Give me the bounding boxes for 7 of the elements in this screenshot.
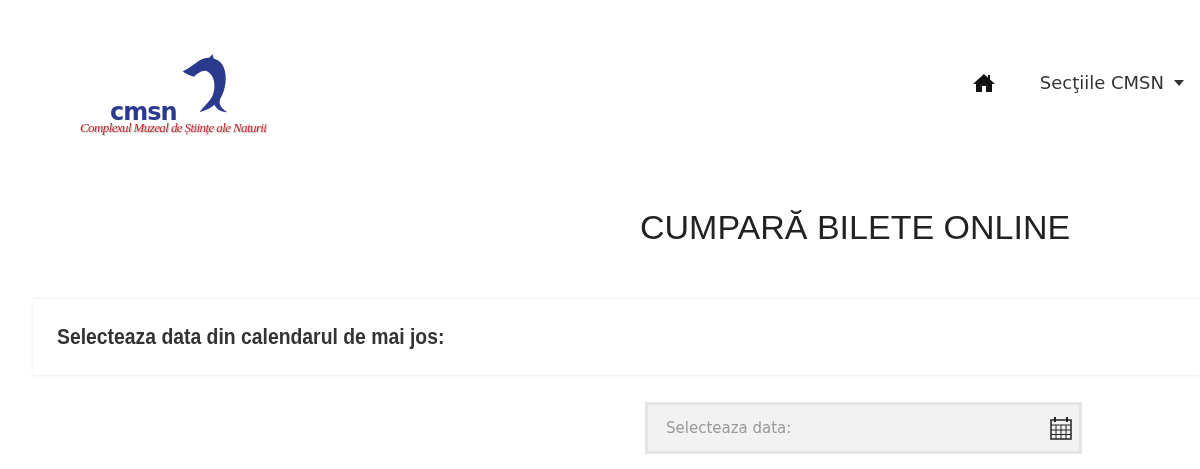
panel-heading: Selecteaza data din calendarul de mai jos: — [57, 324, 445, 350]
date-field[interactable]: Selecteaza data: — [645, 402, 1082, 454]
caret-icon — [1174, 79, 1184, 86]
calendar-icon — [1050, 416, 1072, 440]
logo[interactable]: cmsn Complexul Muzeal de Științe ale Naturii — [80, 54, 267, 136]
nav-menu[interactable]: Secţiile CMSN — [1039, 72, 1184, 93]
page-title: CUMPARĂ BILETE ONLINE — [640, 207, 1072, 248]
